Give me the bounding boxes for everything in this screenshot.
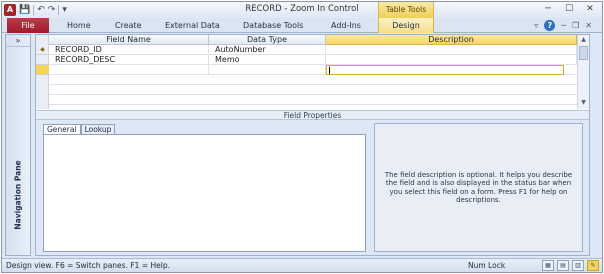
table-row: RECORD_DESC Memo	[49, 55, 577, 65]
ribbon-right-icons: ▿ ? ─ ❐ ✕	[534, 19, 592, 32]
doc-minimize-icon[interactable]: ─	[561, 21, 566, 30]
tab-file[interactable]: File	[7, 18, 49, 33]
tab-home[interactable]: Home	[67, 18, 91, 33]
pivottable-view-icon[interactable]: ▤	[557, 260, 569, 271]
description-input-active[interactable]	[326, 65, 564, 75]
grid-vertical-scrollbar[interactable]: ▲ ▼	[577, 35, 589, 109]
title-bar: A 💾 ↶ ↷ ▾ RECORD - Zoom In Control Table…	[2, 2, 602, 18]
doc-close-icon[interactable]: ✕	[585, 21, 592, 30]
nav-pane-label: Navigation Pane	[13, 160, 23, 230]
view-switcher: ▦ ▤ ▥ ✎	[542, 260, 599, 271]
table-tools-context-label: Table Tools	[378, 2, 434, 18]
row-selector-column: ◆	[36, 35, 49, 109]
field-name-cell[interactable]	[49, 65, 209, 75]
row-selector[interactable]	[36, 55, 49, 65]
text-caret	[329, 67, 330, 74]
description-cell[interactable]	[326, 55, 577, 65]
data-type-cell[interactable]: AutoNumber	[209, 45, 326, 55]
table-row: RECORD_ID AutoNumber	[49, 45, 577, 55]
design-view-icon[interactable]: ✎	[587, 260, 599, 271]
table-row-empty	[49, 85, 577, 95]
table-row-new	[49, 65, 577, 75]
description-cell[interactable]	[326, 45, 577, 55]
primary-key-icon[interactable]: ◆	[36, 45, 49, 55]
nav-pane-expand-button[interactable]: »	[6, 35, 30, 47]
access-window: A 💾 ↶ ↷ ▾ RECORD - Zoom In Control Table…	[1, 1, 603, 273]
field-properties-pane: General Lookup The field description is …	[36, 120, 589, 255]
header-field-name[interactable]: Field Name	[49, 35, 209, 45]
header-data-type[interactable]: Data Type	[209, 35, 326, 45]
datasheet-view-icon[interactable]: ▦	[542, 260, 554, 271]
table-row-empty	[49, 75, 577, 85]
table-row-empty	[49, 95, 577, 105]
status-bar: Design view. F6 = Switch panes. F1 = Hel…	[2, 258, 602, 272]
tab-database-tools[interactable]: Database Tools	[243, 18, 303, 33]
field-properties-title: Field Properties	[36, 110, 589, 120]
field-grid: ◆ Field Name Data Type Description RECOR…	[36, 35, 589, 109]
property-sheet[interactable]	[43, 134, 366, 252]
tab-add-ins[interactable]: Add-Ins	[331, 18, 361, 33]
ribbon-collapse-icon[interactable]: ▿	[534, 21, 538, 30]
status-text: Design view. F6 = Switch panes. F1 = Hel…	[6, 261, 170, 270]
field-name-cell[interactable]: RECORD_ID	[49, 45, 209, 55]
field-hint-text: The field description is optional. It he…	[384, 170, 573, 205]
minimize-button[interactable]: ─	[538, 3, 558, 16]
data-type-cell[interactable]: Memo	[209, 55, 326, 65]
window-controls: ─ ☐ ✕	[538, 3, 600, 16]
close-button[interactable]: ✕	[580, 3, 600, 16]
tab-create[interactable]: Create	[115, 18, 142, 33]
scroll-up-arrow-icon[interactable]: ▲	[578, 35, 589, 45]
window-title: RECORD - Zoom In Control	[245, 4, 359, 14]
navigation-pane[interactable]: » Navigation Pane	[5, 34, 31, 256]
ribbon-tabs: File Home Create External Data Database …	[2, 18, 602, 33]
pivotchart-view-icon[interactable]: ▥	[572, 260, 584, 271]
row-selector-current[interactable]	[36, 65, 49, 75]
field-hint-panel: The field description is optional. It he…	[374, 123, 583, 252]
data-type-cell[interactable]	[209, 65, 326, 75]
num-lock-indicator: Num Lock	[468, 261, 506, 270]
scroll-down-arrow-icon[interactable]: ▼	[578, 98, 589, 108]
table-design-view: ◆ Field Name Data Type Description RECOR…	[35, 34, 590, 256]
tab-external-data[interactable]: External Data	[165, 18, 220, 33]
help-icon[interactable]: ?	[544, 20, 556, 31]
header-description[interactable]: Description	[326, 35, 577, 45]
doc-restore-icon[interactable]: ❐	[572, 21, 579, 30]
maximize-button[interactable]: ☐	[559, 3, 579, 16]
scroll-thumb[interactable]	[579, 46, 588, 60]
field-name-cell[interactable]: RECORD_DESC	[49, 55, 209, 65]
tab-design[interactable]: Design	[378, 18, 434, 33]
nav-pane-label-container: Navigation Pane	[8, 155, 28, 235]
